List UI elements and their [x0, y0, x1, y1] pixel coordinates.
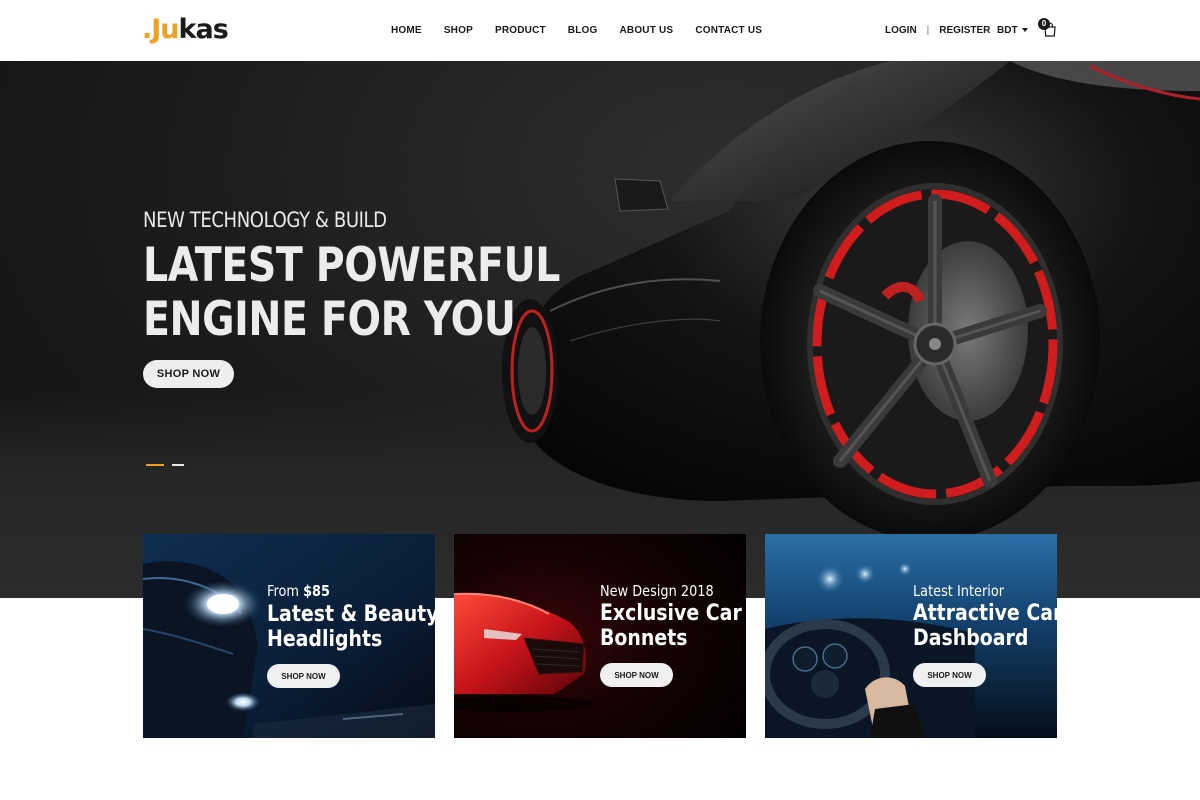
- nav-shop[interactable]: SHOP: [444, 24, 473, 38]
- hero-subtitle: NEW TECHNOLOGY & BUILD: [143, 208, 387, 232]
- promo-title: Exclusive Car Bonnets: [600, 601, 742, 651]
- slider-indicators: [146, 464, 184, 466]
- nav-contact-us[interactable]: CONTACT US: [695, 24, 762, 38]
- promo-kicker: From $85: [267, 582, 330, 600]
- logo[interactable]: .Jukas: [142, 14, 229, 46]
- promo-card-headlights[interactable]: From $85 Latest & Beauty Headlights SHOP…: [143, 534, 435, 738]
- currency-value: BDT: [997, 25, 1018, 36]
- promo-title: Latest & Beauty Headlights: [267, 602, 435, 652]
- promo-shop-now-button[interactable]: SHOP NOW: [267, 664, 340, 688]
- promo-kicker: Latest Interior: [913, 582, 1005, 600]
- site-header: .Jukas HOME SHOP PRODUCT BLOG ABOUT US C…: [0, 0, 1200, 61]
- currency-select[interactable]: BDT: [997, 24, 1028, 38]
- hero-title: LATEST POWERFUL ENGINE FOR YOU: [143, 239, 560, 347]
- slide-indicator-2[interactable]: [172, 464, 184, 466]
- hero-title-line-2: ENGINE FOR YOU: [143, 292, 516, 347]
- slide-indicator-1[interactable]: [146, 464, 164, 466]
- chevron-down-icon: [1021, 28, 1028, 32]
- promo-card-dashboard[interactable]: Latest Interior Attractive Car Dashboard…: [765, 534, 1057, 738]
- nav-about-us[interactable]: ABOUT US: [619, 24, 673, 38]
- hero-shop-now-button[interactable]: SHOP NOW: [143, 360, 234, 388]
- separator: |: [926, 25, 930, 36]
- nav-blog[interactable]: BLOG: [568, 24, 598, 38]
- promo-shop-now-button[interactable]: SHOP NOW: [600, 663, 673, 687]
- sports-car-image: [502, 61, 1200, 541]
- nav-home[interactable]: HOME: [391, 24, 422, 38]
- promo-title: Attractive Car Dashboard: [913, 601, 1057, 651]
- login-link[interactable]: LOGIN: [885, 24, 917, 38]
- hero-title-line-1: LATEST POWERFUL: [143, 238, 560, 293]
- cart-count-badge: 0: [1038, 18, 1050, 30]
- promo-card-bonnets[interactable]: New Design 2018 Exclusive Car Bonnets SH…: [454, 534, 746, 738]
- account-links: LOGIN | REGISTER: [885, 24, 990, 38]
- hero-banner: NEW TECHNOLOGY & BUILD LATEST POWERFUL E…: [0, 61, 1200, 598]
- main-nav: HOME SHOP PRODUCT BLOG ABOUT US CONTACT …: [391, 24, 762, 38]
- register-link[interactable]: REGISTER: [939, 24, 990, 38]
- nav-product[interactable]: PRODUCT: [495, 24, 546, 38]
- promo-kicker: New Design 2018: [600, 582, 714, 600]
- promo-shop-now-button[interactable]: SHOP NOW: [913, 663, 986, 687]
